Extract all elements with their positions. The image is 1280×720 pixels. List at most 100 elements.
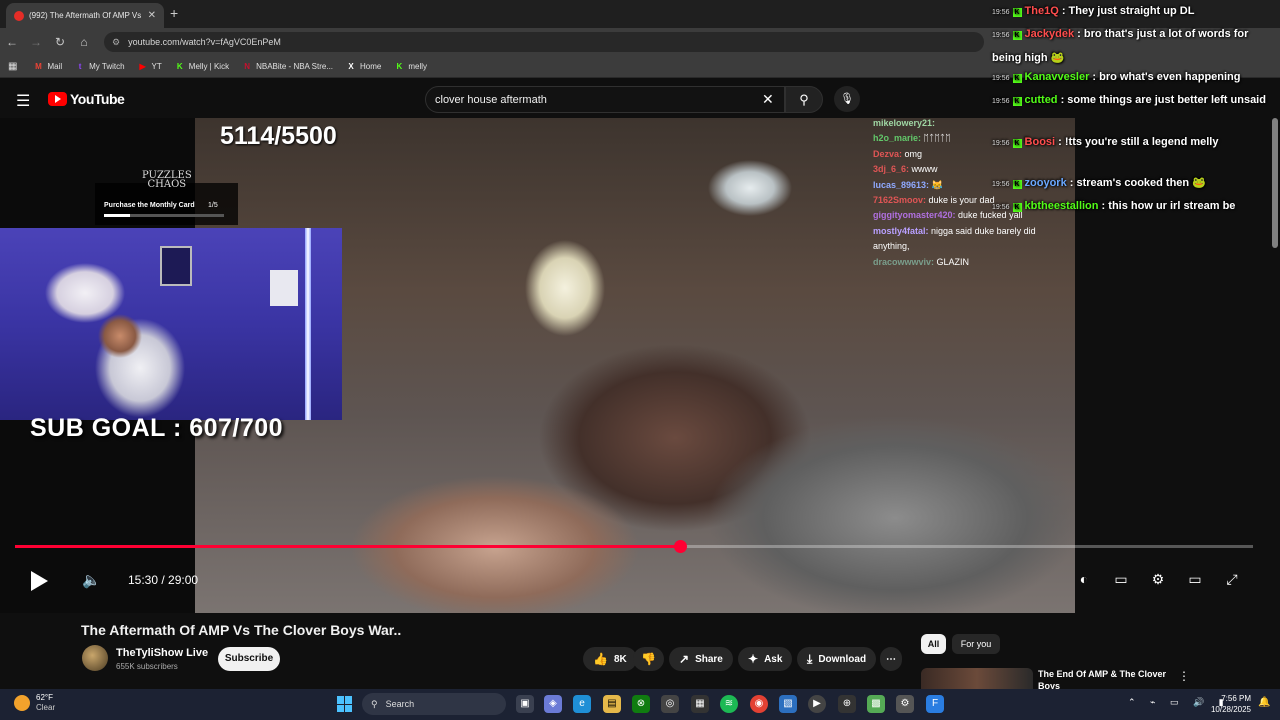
home-icon[interactable]: ⌂ [72, 35, 96, 49]
clock-time: 7:56 PM [1221, 694, 1251, 703]
bookmark-item[interactable]: X Home [346, 62, 381, 72]
autoplay-toggle[interactable]: ◐ [1073, 571, 1095, 587]
steam-icon[interactable]: ◎ [661, 695, 679, 713]
search-input[interactable]: clover house aftermath [425, 86, 785, 113]
youtube-favicon-icon [14, 10, 24, 21]
app-icon[interactable]: F [926, 695, 944, 713]
chip-all[interactable]: All [921, 634, 946, 654]
clear-search-icon[interactable]: ✕ [762, 91, 774, 108]
download-button[interactable]: ⤓ Download [797, 647, 877, 671]
chat-username: kbtheestallion [1024, 200, 1099, 212]
wall-poster [160, 246, 192, 286]
bookmark-label: Melly | Kick [188, 62, 230, 71]
clock-date: 10/28/2025 [1210, 705, 1251, 714]
site-info-icon[interactable]: ⚙ [112, 37, 120, 48]
promo-overlay: PUZZLES CHAOS Purchase the Monthly Card 1… [95, 171, 238, 225]
chat-text: : !tts you're still a legend melly [1055, 136, 1219, 148]
bookmark-item[interactable]: N NBABite - NBA Stre... [242, 62, 333, 72]
kick-icon: K [396, 61, 403, 71]
file-explorer-icon[interactable]: ▤ [603, 695, 621, 713]
reload-icon[interactable]: ↻ [48, 35, 72, 49]
streamer-webcam [0, 228, 342, 420]
address-bar[interactable]: ⚙ youtube.com/watch?v=fAgVC0EnPeM [104, 32, 984, 52]
app-icon[interactable]: ▩ [867, 695, 885, 713]
channel-name[interactable]: TheTyliShow Live [116, 647, 208, 659]
dislike-button[interactable]: 👎 [633, 647, 664, 671]
windows-start-icon[interactable] [337, 696, 353, 712]
bookmark-item[interactable]: Kmelly [394, 62, 427, 72]
recommended-title[interactable]: The End Of AMP & The Clover Boys [1038, 668, 1168, 690]
kick-badge-icon: K [1012, 31, 1022, 40]
more-actions-button[interactable]: ⋯ [880, 647, 902, 671]
edge-icon[interactable]: e [573, 695, 591, 713]
new-tab-button[interactable]: + [170, 5, 178, 21]
app-icon[interactable]: ⊕ [838, 695, 856, 713]
kick-icon: K [176, 61, 183, 71]
captions-icon[interactable]: ▭ [1110, 571, 1132, 588]
gmail-icon: M [35, 61, 42, 71]
apps-icon[interactable]: ▦ [8, 61, 17, 72]
settings-icon[interactable]: ⚙ [896, 695, 914, 713]
chat-username: Boosi [1024, 136, 1056, 148]
weather-widget[interactable]: 62°F Clear [14, 693, 55, 712]
chat-username: zooyork [1024, 177, 1067, 189]
notification-icon[interactable]: 🔔 [1258, 697, 1270, 708]
bookmark-label: melly [408, 62, 428, 71]
sparkle-icon: ✦ [748, 652, 759, 666]
voice-search-button[interactable]: 🎙 [834, 86, 860, 112]
store-icon[interactable]: ▦ [691, 695, 709, 713]
chat-text: : this how ur irl stream be [1098, 200, 1236, 212]
volume-icon[interactable]: 🔈 [82, 571, 101, 589]
channel-avatar[interactable] [82, 645, 108, 671]
video-progress-bar[interactable] [15, 540, 1253, 553]
chip-for-you[interactable]: For you [952, 634, 1000, 654]
forward-icon[interactable]: → [24, 35, 48, 49]
kick-badge-icon: K [1012, 180, 1022, 189]
microphone-icon: 🎙 [840, 93, 854, 105]
search-button[interactable]: ⚲ [785, 86, 823, 113]
chat-timestamp: 19:56 [992, 9, 1010, 16]
bookmark-item[interactable]: ▶ YT [138, 62, 161, 72]
menu-icon[interactable]: ☰ [16, 91, 30, 111]
theater-mode-icon[interactable]: ▭ [1184, 571, 1206, 588]
xbox-icon[interactable]: ⊗ [632, 695, 650, 713]
copilot-icon[interactable]: ◈ [544, 695, 562, 713]
recommended-more-icon[interactable]: ⋮ [1178, 669, 1190, 683]
chrome-icon[interactable]: ◉ [750, 695, 768, 713]
overlay-chat-message: 19:56 K Jackydek : bro that's just a lot o… [992, 23, 1280, 69]
tab-title: (992) The Aftermath Of AMP Vs [29, 11, 142, 20]
kick-badge-icon: K [1012, 74, 1022, 83]
puzzles-chaos-logo: PUZZLES CHAOS [142, 170, 192, 190]
settings-icon[interactable]: ⚙ [1147, 571, 1169, 588]
bookmark-item[interactable]: K Melly | Kick [175, 62, 229, 72]
chat-text: : bro what's even happening [1089, 71, 1241, 83]
photos-icon[interactable]: ▧ [779, 695, 797, 713]
subscribe-button[interactable]: Subscribe [218, 647, 280, 671]
share-button[interactable]: ↗ Share [669, 647, 733, 671]
youtube-logo[interactable]: YouTube [48, 91, 125, 107]
chat-message: mikelowery21: [873, 116, 1073, 131]
media-player-icon[interactable]: ▶ [808, 695, 826, 713]
chat-text: GLAZIN [934, 256, 970, 267]
share-icon: ↗ [679, 652, 690, 666]
recommended-thumbnail[interactable] [921, 668, 1033, 690]
chat-text: ᛖᛏᛖᛏᛖ [921, 133, 951, 144]
task-view-icon[interactable]: ▣ [516, 695, 534, 713]
bookmark-item[interactable]: M Mail [33, 62, 62, 72]
play-icon[interactable] [31, 571, 48, 591]
progress-scrubber[interactable] [673, 540, 687, 553]
taskbar-search[interactable]: ⚲ Search [362, 693, 506, 715]
ask-button[interactable]: ✦ Ask [738, 647, 793, 671]
browser-tab[interactable]: (992) The Aftermath Of AMP Vs ✕ [6, 3, 164, 28]
bookmark-label: NBABite - NBA Stre... [256, 62, 334, 71]
taskbar-clock[interactable]: 7:56 PM 10/28/2025 [1203, 693, 1251, 715]
back-icon[interactable]: ← [0, 35, 24, 49]
tab-close-icon[interactable]: ✕ [148, 10, 156, 21]
fullscreen-icon[interactable]: ⤢ [1221, 571, 1243, 588]
like-button[interactable]: 👍 8K [583, 647, 637, 671]
chat-text: : stream's cooked then 🐸 [1066, 177, 1206, 189]
kick-badge-icon: K [1012, 8, 1022, 17]
bookmark-item[interactable]: t My Twitch [75, 62, 125, 72]
spotify-icon[interactable]: ≋ [720, 695, 738, 713]
overlay-chat-message: 19:56 K Boosi : !tts you're still a legend… [992, 131, 1280, 155]
